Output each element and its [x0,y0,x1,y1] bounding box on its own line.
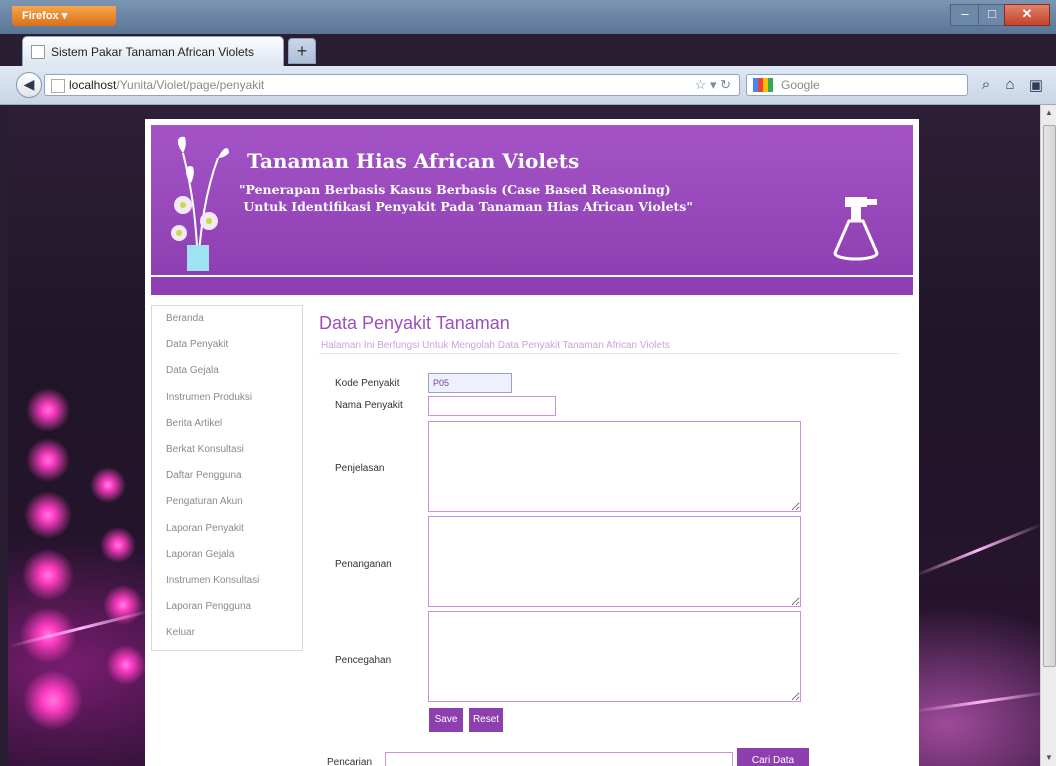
sidebar-item-pengaturan-akun[interactable]: Pengaturan Akun [152,489,302,515]
light-streak [912,522,1040,578]
search-bar[interactable]: Google [746,74,968,96]
penjelasan-label: Penjelasan [335,463,385,474]
page-description: Halaman Ini Berfungsi Untuk Mengolah Dat… [321,340,670,351]
penanganan-textarea[interactable] [428,516,801,607]
tab-title: Sistem Pakar Tanaman African Violets [51,45,254,59]
penjelasan-textarea[interactable] [428,421,801,512]
nama-penyakit-label: Nama Penyakit [335,400,403,411]
new-tab-button[interactable]: + [288,38,316,64]
scroll-thumb[interactable] [1043,125,1056,667]
addon-icon[interactable]: ▣ [1026,76,1046,94]
sidebar-item-laporan-gejala[interactable]: Laporan Gejala [152,542,302,568]
site-subtitle: "Penerapan Berbasis Kasus Berbasis (Case… [239,182,693,214]
star-icon[interactable]: ☆ [695,77,707,92]
divider [319,353,899,354]
url-text[interactable]: localhost/Yunita/Violet/page/penyakit [69,78,264,92]
browser-tab[interactable]: Sistem Pakar Tanaman African Violets [22,36,284,66]
reload-icon[interactable]: ↻ [720,77,731,92]
flower-vase-icon [171,136,229,271]
nama-penyakit-input[interactable] [428,396,556,416]
pencegahan-textarea[interactable] [428,611,801,702]
page-background: Tanaman Hias African Violets "Penerapan … [8,105,1040,766]
page-title: Data Penyakit Tanaman [319,313,510,333]
site-container: Tanaman Hias African Violets "Penerapan … [145,119,919,766]
search-data-button[interactable]: Cari Data [737,748,809,766]
dropdown-arrow-icon[interactable]: ▾ [710,77,717,92]
search-input[interactable] [385,752,733,766]
sidebar-item-instrumen-produksi[interactable]: Instrumen Produksi [152,385,302,411]
sidebar-menu: Beranda Data Penyakit Data Gejala Instru… [151,305,303,651]
sidebar-item-daftar-pengguna[interactable]: Daftar Pengguna [152,463,302,489]
window-titlebar: Firefox ▾ – □ ✕ [0,0,1056,34]
kode-penyakit-label: Kode Penyakit [335,378,400,389]
google-logo-icon[interactable] [753,78,773,92]
scroll-down-icon[interactable]: ▼ [1041,750,1056,766]
search-label: Pencarian [327,757,373,766]
page-favicon-icon [31,45,45,59]
sidebar-item-berkat-konsultasi[interactable]: Berkat Konsultasi [152,437,302,463]
site-header-banner: Tanaman Hias African Violets "Penerapan … [151,125,913,275]
sidebar-item-data-gejala[interactable]: Data Gejala [152,358,302,384]
sidebar-item-instrumen-konsultasi[interactable]: Instrumen Konsultasi [152,568,302,594]
minimize-icon[interactable]: – [950,4,980,26]
spray-bottle-icon [833,197,879,261]
light-streak [8,608,154,648]
sidebar-item-berita-artikel[interactable]: Berita Artikel [152,411,302,437]
firefox-menu-button[interactable]: Firefox ▾ [12,6,116,26]
sidebar-item-beranda[interactable]: Beranda [152,306,302,332]
site-identity-icon[interactable] [51,79,65,93]
navigation-toolbar: ◀ localhost/Yunita/Violet/page/penyakit … [0,66,1056,105]
sidebar-item-laporan-pengguna[interactable]: Laporan Pengguna [152,594,302,620]
search-placeholder: Google [781,78,820,92]
maximize-icon[interactable]: □ [978,4,1006,26]
reset-button[interactable]: Reset [469,708,503,732]
back-arrow-icon[interactable]: ◀ [16,72,42,98]
scroll-up-icon[interactable]: ▲ [1041,105,1056,121]
sidebar-item-data-penyakit[interactable]: Data Penyakit [152,332,302,358]
save-button[interactable]: Save [429,708,463,732]
page-scrollbar[interactable]: ▲ ▼ [1040,105,1056,766]
light-streak [912,690,1040,713]
close-icon[interactable]: ✕ [1004,4,1050,26]
home-icon[interactable]: ⌂ [1000,76,1020,94]
search-icon[interactable]: ⌕ [976,76,996,94]
pencegahan-label: Pencegahan [335,655,392,666]
sidebar-item-keluar[interactable]: Keluar [152,620,302,646]
sidebar-item-laporan-penyakit[interactable]: Laporan Penyakit [152,516,302,542]
header-strip [151,277,913,295]
url-bar[interactable]: localhost/Yunita/Violet/page/penyakit ☆ … [44,74,740,96]
kode-penyakit-input[interactable] [428,373,512,393]
penanganan-label: Penanganan [335,559,392,570]
url-actions: ☆ ▾ ↻ [695,77,731,93]
site-title: Tanaman Hias African Violets [247,149,580,173]
